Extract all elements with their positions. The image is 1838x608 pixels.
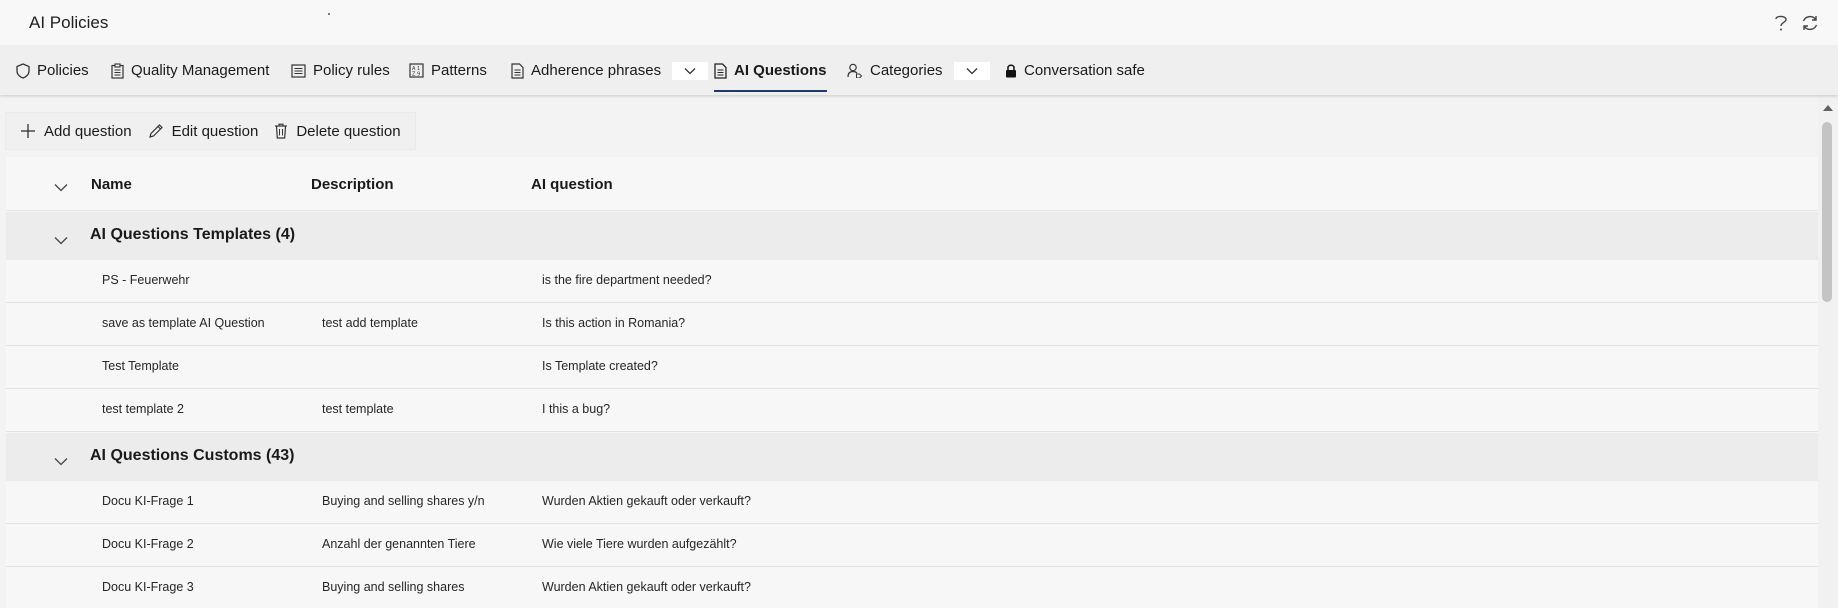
cell-ai-question: Is this action in Romania? bbox=[542, 316, 686, 330]
person-tag-icon bbox=[847, 63, 863, 78]
tab-label: AI Questions bbox=[734, 62, 827, 79]
cell-name: save as template AI Question bbox=[102, 316, 265, 330]
plus-icon bbox=[21, 124, 35, 138]
chevron-down-icon[interactable] bbox=[54, 453, 68, 471]
command-bar: Add question Edit question Delete questi… bbox=[6, 113, 415, 149]
tab-categories[interactable]: Categories bbox=[847, 46, 990, 95]
shield-icon bbox=[16, 62, 30, 79]
table-row[interactable]: test template 2 test template I this a b… bbox=[6, 389, 1818, 432]
tab-policies[interactable]: Policies bbox=[16, 46, 89, 95]
group-header-customs[interactable]: AI Questions Customs (43) bbox=[6, 433, 1818, 481]
decorative-dot bbox=[328, 13, 330, 15]
tab-adherence-phrases[interactable]: Adherence phrases bbox=[511, 46, 709, 95]
tab-ai-questions[interactable]: AI Questions bbox=[714, 46, 827, 95]
cell-ai-question: is the fire department needed? bbox=[542, 273, 712, 287]
grid-header: Name Description AI question bbox=[6, 157, 1818, 211]
app-title: AI Policies bbox=[29, 13, 109, 32]
cell-ai-question: Is Template created? bbox=[542, 359, 658, 373]
table-row[interactable]: Test Template Is Template created? bbox=[6, 346, 1818, 389]
tab-label: Adherence phrases bbox=[531, 62, 662, 79]
document-icon bbox=[714, 62, 727, 79]
clipboard-icon bbox=[111, 62, 124, 79]
cell-description: test add template bbox=[322, 316, 418, 330]
lock-icon bbox=[1006, 64, 1016, 78]
refresh-icon[interactable] bbox=[1797, 10, 1823, 36]
cell-description: test template bbox=[322, 402, 394, 416]
cell-description: Anzahl der genannten Tiere bbox=[322, 537, 476, 551]
tab-patterns[interactable]: A1Z9 Patterns bbox=[409, 46, 487, 95]
add-question-button[interactable]: Add question bbox=[12, 113, 140, 149]
group-title: AI Questions Templates (4) bbox=[90, 226, 296, 243]
cell-name: PS - Feuerwehr bbox=[102, 273, 190, 287]
chevron-down-icon[interactable] bbox=[54, 232, 68, 250]
group-header-templates[interactable]: AI Questions Templates (4) bbox=[6, 212, 1818, 260]
nav-tabs: Policies Quality Management Policy rules… bbox=[0, 46, 1838, 95]
group-title: AI Questions Customs (43) bbox=[90, 447, 295, 464]
cell-name: test template 2 bbox=[102, 402, 184, 416]
document-icon bbox=[511, 62, 524, 79]
vertical-scrollbar[interactable] bbox=[1818, 95, 1838, 608]
tab-label: Policy rules bbox=[313, 62, 390, 79]
delete-question-label: Delete question bbox=[296, 122, 401, 140]
table-row[interactable]: Docu KI-Frage 1 Buying and selling share… bbox=[6, 481, 1818, 524]
cell-name: Docu KI-Frage 3 bbox=[102, 580, 194, 594]
cell-description: Buying and selling shares y/n bbox=[322, 494, 485, 508]
table-row[interactable]: PS - Feuerwehr is the fire department ne… bbox=[6, 260, 1818, 303]
edit-question-label: Edit question bbox=[171, 122, 259, 140]
add-question-label: Add question bbox=[44, 122, 132, 140]
delete-question-button[interactable]: Delete question bbox=[266, 113, 408, 149]
tab-label: Conversation safe bbox=[1024, 62, 1145, 79]
column-header-description[interactable]: Description bbox=[311, 176, 394, 193]
pattern-icon: A 1Z 9 bbox=[409, 63, 424, 78]
tab-label: Categories bbox=[870, 62, 943, 79]
table-row[interactable]: Docu KI-Frage 2 Anzahl der genannten Tie… bbox=[6, 524, 1818, 567]
tab-label: Patterns bbox=[431, 62, 487, 79]
table-row[interactable]: save as template AI Question test add te… bbox=[6, 303, 1818, 346]
cell-ai-question: Wie viele Tiere wurden aufgezählt? bbox=[542, 537, 737, 551]
tab-policy-rules[interactable]: Policy rules bbox=[291, 46, 390, 95]
cell-name: Docu KI-Frage 1 bbox=[102, 494, 194, 508]
scrollbar-thumb[interactable] bbox=[1822, 122, 1832, 302]
questions-grid: Name Description AI question AI Question… bbox=[6, 157, 1818, 608]
cell-name: Docu KI-Frage 2 bbox=[102, 537, 194, 551]
tab-label: Quality Management bbox=[131, 62, 270, 79]
tab-quality-management[interactable]: Quality Management bbox=[111, 46, 269, 95]
table-row[interactable]: Docu KI-Frage 3 Buying and selling share… bbox=[6, 567, 1818, 608]
list-icon bbox=[291, 63, 306, 78]
tab-conversation-safe[interactable]: Conversation safe bbox=[1005, 46, 1145, 95]
scroll-up-arrow-icon[interactable] bbox=[1823, 105, 1833, 111]
title-bar: AI Policies bbox=[0, 0, 1838, 46]
edit-question-button[interactable]: Edit question bbox=[140, 113, 267, 149]
tab-label: Policies bbox=[37, 62, 89, 79]
chevron-down-icon[interactable] bbox=[672, 61, 709, 80]
column-header-ai-question[interactable]: AI question bbox=[531, 176, 613, 193]
collapse-all-chevron-icon[interactable] bbox=[54, 179, 68, 197]
cell-name: Test Template bbox=[102, 359, 179, 373]
pencil-icon bbox=[148, 124, 163, 138]
trash-icon bbox=[275, 123, 288, 139]
help-icon[interactable] bbox=[1768, 10, 1794, 36]
svg-text:9: 9 bbox=[417, 72, 420, 78]
chevron-down-icon[interactable] bbox=[953, 61, 990, 80]
column-header-name[interactable]: Name bbox=[91, 176, 132, 193]
cell-description: Buying and selling shares bbox=[322, 580, 465, 594]
cell-ai-question: Wurden Aktien gekauft oder verkauft? bbox=[542, 580, 751, 594]
main-content: Add question Edit question Delete questi… bbox=[0, 95, 1818, 608]
cell-ai-question: I this a bug? bbox=[542, 402, 611, 416]
cell-ai-question: Wurden Aktien gekauft oder verkauft? bbox=[542, 494, 751, 508]
svg-text:Z: Z bbox=[412, 72, 416, 78]
